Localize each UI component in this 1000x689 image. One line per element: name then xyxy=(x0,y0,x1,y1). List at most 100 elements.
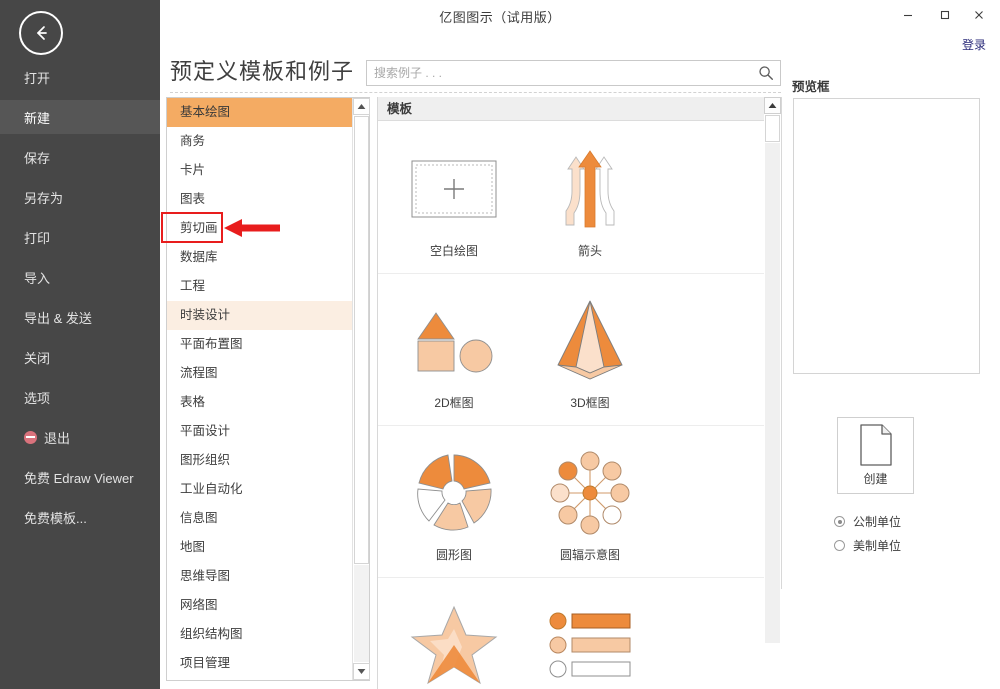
create-button-label: 创建 xyxy=(863,472,888,486)
category-item-2[interactable]: 卡片 xyxy=(167,156,353,185)
minimize-button[interactable] xyxy=(895,4,921,26)
unit-imperial-radio[interactable]: 美制单位 xyxy=(834,537,901,554)
template-label: 圆形图 xyxy=(435,548,472,562)
login-link[interactable]: 登录 xyxy=(962,36,986,53)
star-art xyxy=(410,605,498,685)
template-scrollbar[interactable] xyxy=(764,97,781,689)
sidebar-item-1[interactable]: 新建 xyxy=(0,100,160,134)
category-item-10[interactable]: 表格 xyxy=(167,388,353,417)
template-thumbnail xyxy=(520,293,660,389)
category-item-19[interactable]: 项目管理 xyxy=(167,649,353,678)
category-item-13[interactable]: 工业自动化 xyxy=(167,475,353,504)
category-list[interactable]: 基本绘图 商务 卡片 图表 剪切画 数据库 工程 时装设计 平面布置图 流程图 表格 平面设计 图形组织… xyxy=(167,98,353,680)
template-item-6[interactable] xyxy=(384,597,524,689)
close-button[interactable] xyxy=(966,4,992,26)
category-item-14[interactable]: 信息图 xyxy=(167,504,353,533)
sidebar-item-label: 关闭 xyxy=(24,350,51,366)
template-item-7[interactable] xyxy=(520,597,660,689)
category-item-1[interactable]: 商务 xyxy=(167,127,353,156)
template-item-2[interactable]: 2D框图 xyxy=(384,293,524,411)
sidebar-item-8[interactable]: 选项 xyxy=(0,380,160,414)
category-item-17[interactable]: 网络图 xyxy=(167,591,353,620)
sidebar-item-label: 另存为 xyxy=(24,190,64,206)
category-item-8[interactable]: 平面布置图 xyxy=(167,330,353,359)
category-item-6[interactable]: 工程 xyxy=(167,272,353,301)
sidebar-item-2[interactable]: 保存 xyxy=(0,140,160,174)
scroll-down-icon[interactable] xyxy=(353,663,370,680)
category-item-7[interactable]: 时装设计 xyxy=(167,301,353,330)
template-label: 箭头 xyxy=(577,244,602,258)
scroll-up-icon[interactable] xyxy=(764,97,781,114)
search-input[interactable] xyxy=(367,61,752,85)
sidebar-item-0[interactable]: 打开 xyxy=(0,60,160,94)
category-item-16[interactable]: 思维导图 xyxy=(167,562,353,591)
category-item-3[interactable]: 图表 xyxy=(167,185,353,214)
category-panel: 基本绘图 商务 卡片 图表 剪切画 数据库 工程 时装设计 平面布置图 流程图 表格 平面设计 图形组织… xyxy=(166,97,370,681)
template-row-divider-1 xyxy=(378,425,764,426)
radio-selected-icon xyxy=(834,516,845,527)
template-thumbnail xyxy=(384,293,524,389)
category-scrollbar[interactable] xyxy=(352,98,370,680)
category-item-9[interactable]: 流程图 xyxy=(167,359,353,388)
template-item-1[interactable]: 箭头 xyxy=(520,141,660,259)
document-icon xyxy=(859,424,892,466)
template-label: 空白绘图 xyxy=(429,244,478,258)
template-panel: 模板 空白绘图 箭头 2D框图 3D框图 圆形图 圆辐示意图 xyxy=(377,97,782,689)
search-icon[interactable] xyxy=(757,64,775,82)
category-item-5[interactable]: 数据库 xyxy=(167,243,353,272)
category-item-0[interactable]: 基本绘图 xyxy=(167,98,353,127)
search-box[interactable] xyxy=(366,60,781,86)
template-item-5[interactable]: 圆辐示意图 xyxy=(520,445,660,563)
pyramid-3d-art xyxy=(557,300,623,380)
sidebar: 打开新建保存另存为打印导入导出 & 发送 关闭选项退出免费 Edraw Viewe… xyxy=(0,0,160,689)
category-item-11[interactable]: 平面设计 xyxy=(167,417,353,446)
app-title: 亿图图示（试用版） xyxy=(439,10,561,25)
unit-metric-label: 公制单位 xyxy=(853,515,902,529)
category-scrollbar-thumb[interactable] xyxy=(354,116,369,564)
page-title: 预定义模板和例子 xyxy=(170,59,355,84)
sidebar-item-6[interactable]: 导出 & 发送 xyxy=(0,300,160,334)
sidebar-item-5[interactable]: 导入 xyxy=(0,260,160,294)
template-row-divider-0 xyxy=(378,273,764,274)
template-scrollbar-track[interactable] xyxy=(765,143,780,643)
template-thumbnail xyxy=(384,141,524,237)
sidebar-item-label: 免费模板... xyxy=(24,510,87,526)
create-button[interactable]: 创建 xyxy=(837,417,914,494)
template-item-0[interactable]: 空白绘图 xyxy=(384,141,524,259)
sidebar-item-9[interactable]: 退出 xyxy=(0,420,160,454)
unit-metric-radio[interactable]: 公制单位 xyxy=(834,513,901,530)
shapes-2d-art xyxy=(417,312,493,373)
category-item-15[interactable]: 地图 xyxy=(167,533,353,562)
minimize-icon xyxy=(904,14,912,17)
scroll-up-icon[interactable] xyxy=(353,98,370,115)
category-item-4[interactable]: 剪切画 xyxy=(167,214,353,243)
template-thumbnail xyxy=(520,445,660,541)
sidebar-item-label: 导出 & 发送 xyxy=(24,310,92,326)
sidebar-item-10[interactable]: 免费 Edraw Viewer xyxy=(0,460,160,494)
sidebar-item-label: 免费 Edraw Viewer xyxy=(24,470,134,486)
sidebar-item-label: 导入 xyxy=(24,270,51,286)
category-scrollbar-track[interactable] xyxy=(354,565,369,662)
maximize-button[interactable] xyxy=(932,4,958,26)
template-scrollbar-thumb[interactable] xyxy=(765,115,780,142)
sidebar-item-label: 退出 xyxy=(44,430,71,446)
blank-page-art xyxy=(411,160,497,218)
template-item-3[interactable]: 3D框图 xyxy=(520,293,660,411)
template-label: 圆辐示意图 xyxy=(559,548,620,562)
hub-spoke-art xyxy=(550,451,630,535)
template-item-4[interactable]: 圆形图 xyxy=(384,445,524,563)
category-item-18[interactable]: 组织结构图 xyxy=(167,620,353,649)
template-row-divider-2 xyxy=(378,577,764,578)
arrows-art xyxy=(565,150,615,228)
template-section-title: 模板 xyxy=(378,97,764,121)
sidebar-item-3[interactable]: 另存为 xyxy=(0,180,160,214)
template-panel-edge xyxy=(781,97,782,589)
sidebar-item-11[interactable]: 免费模板... xyxy=(0,500,160,534)
sidebar-item-label: 新建 xyxy=(24,110,51,126)
category-item-12[interactable]: 图形组织 xyxy=(167,446,353,475)
template-label: 2D框图 xyxy=(434,396,474,410)
template-grid[interactable]: 空白绘图 箭头 2D框图 3D框图 圆形图 圆辐示意图 xyxy=(378,121,764,689)
template-label: 3D框图 xyxy=(570,396,610,410)
sidebar-item-4[interactable]: 打印 xyxy=(0,220,160,254)
sidebar-item-7[interactable]: 关闭 xyxy=(0,340,160,374)
